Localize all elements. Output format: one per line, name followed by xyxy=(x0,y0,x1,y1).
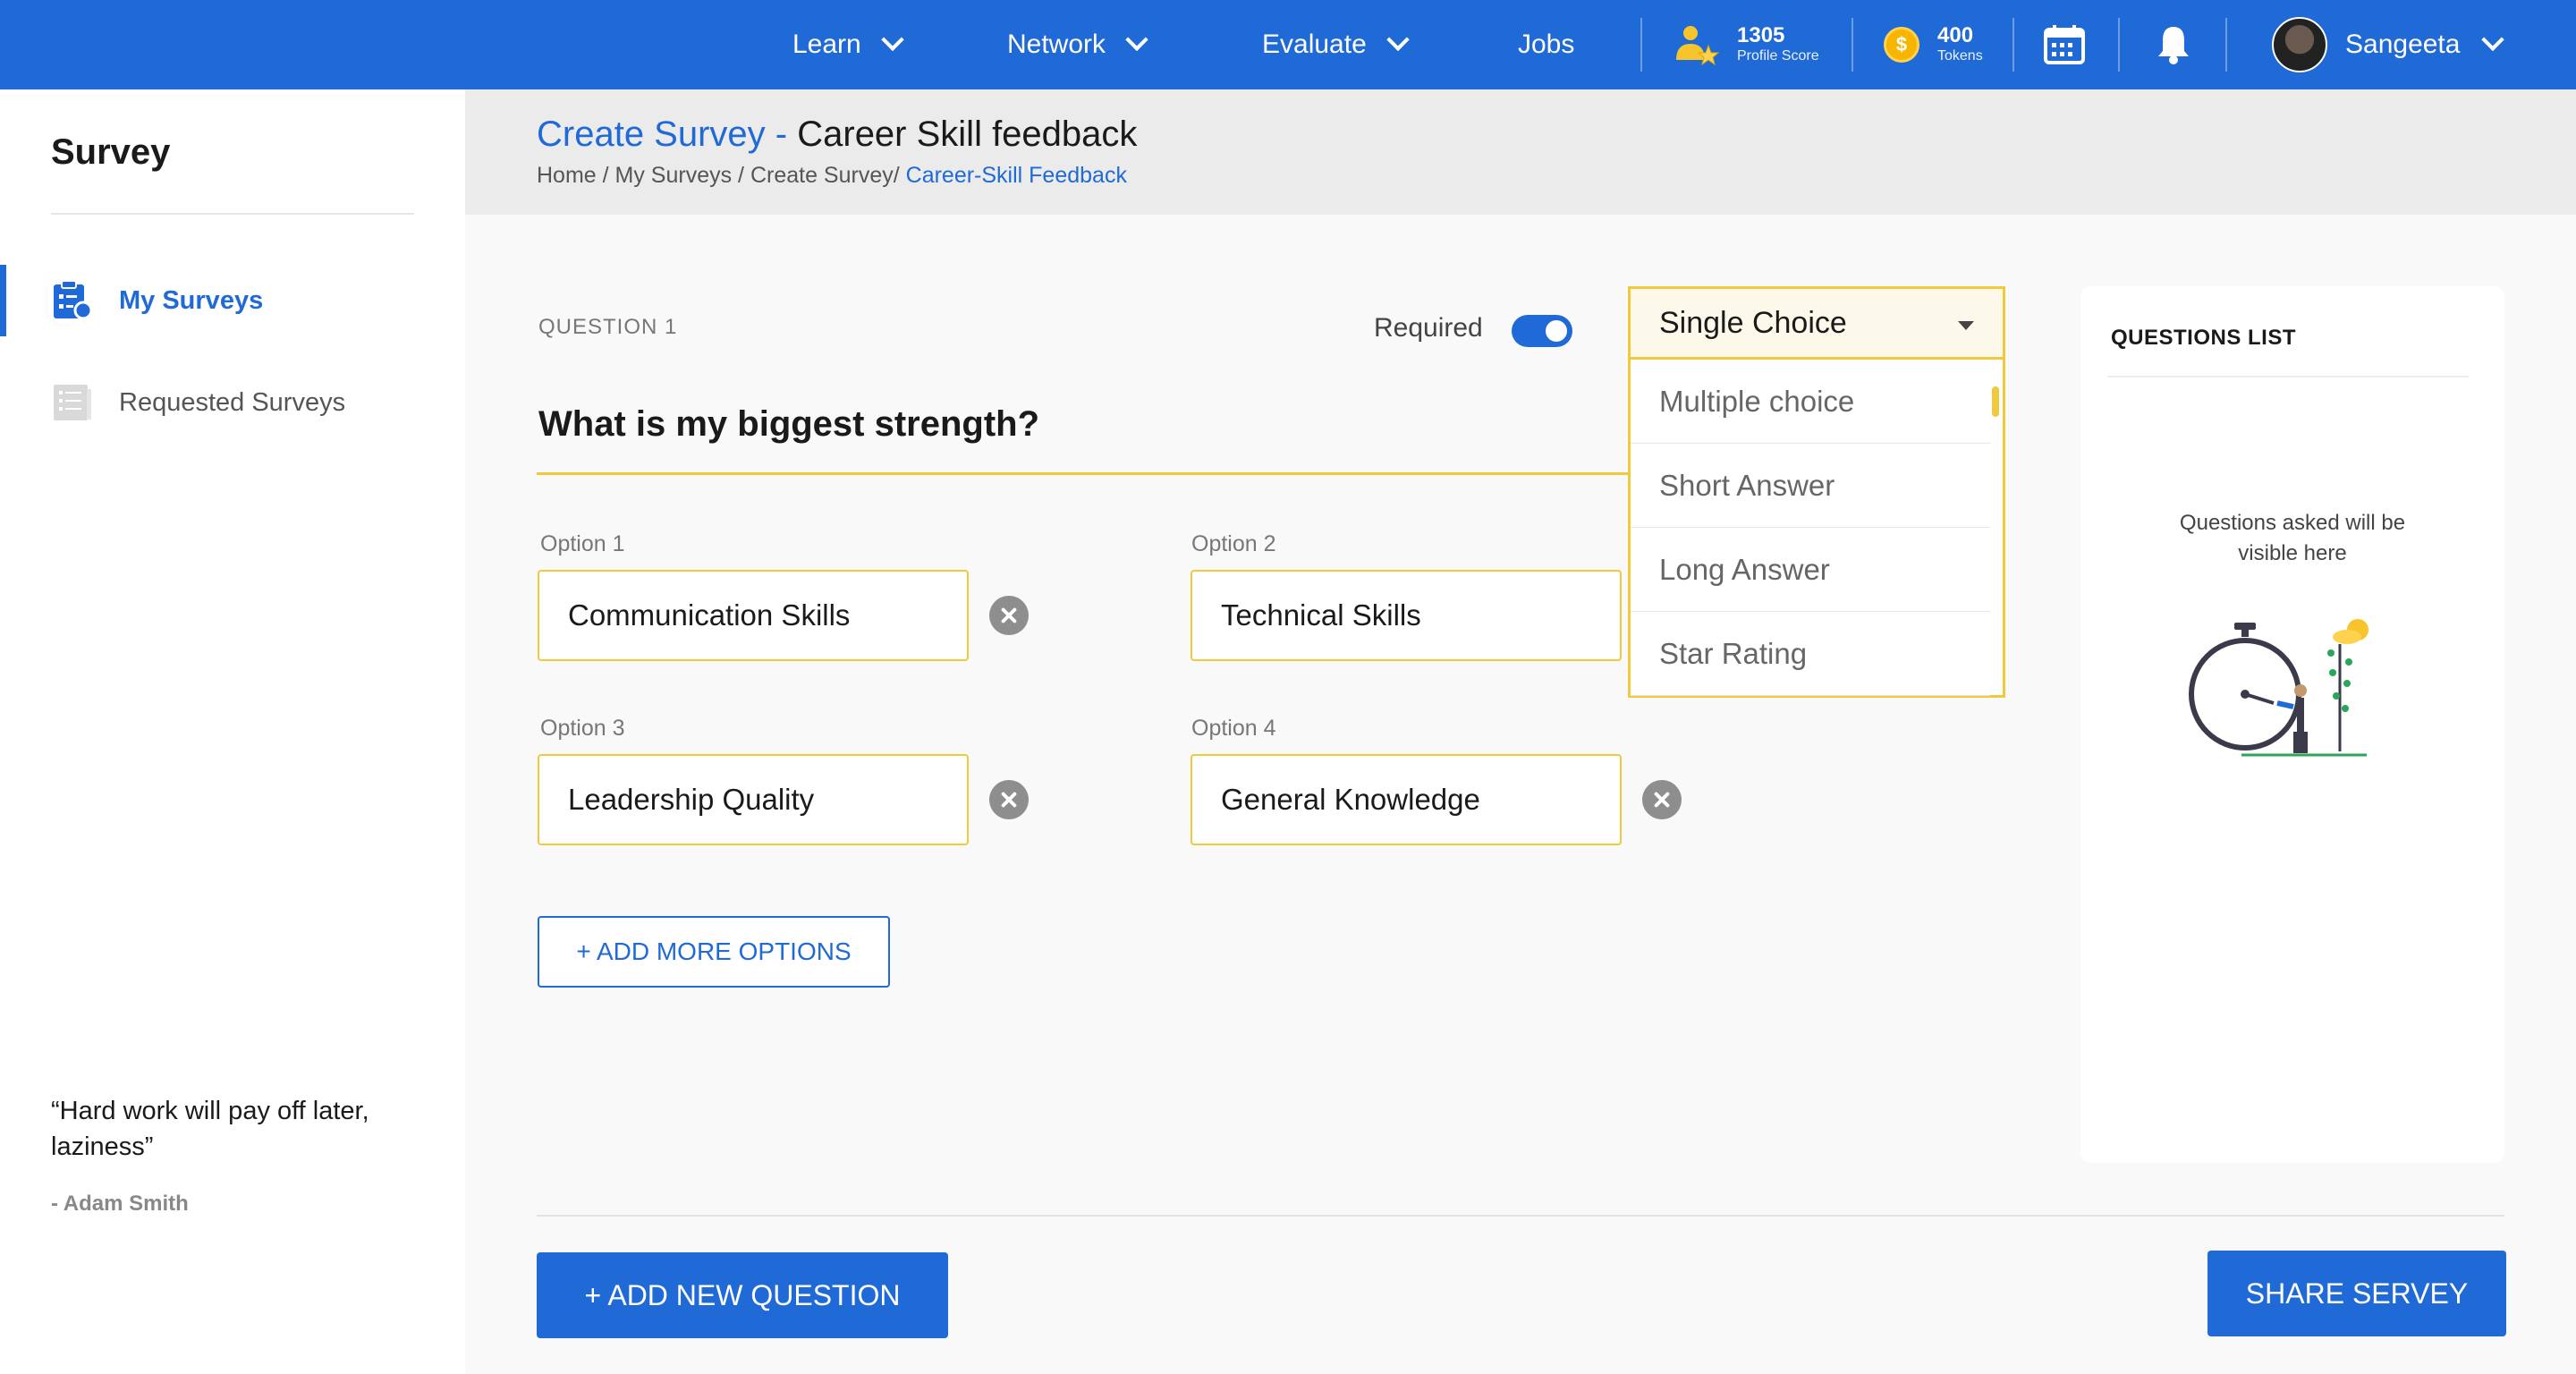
menu-item-long-answer[interactable]: Long Answer xyxy=(1631,528,1990,612)
breadcrumb-path[interactable]: Home / My Surveys / Create Survey/ xyxy=(537,163,900,188)
tokens[interactable]: $ 400 Tokens xyxy=(1884,0,1983,89)
chevron-down-icon xyxy=(881,28,904,52)
sidebar-title: Survey xyxy=(51,132,171,172)
sidebar-item-label: Requested Surveys xyxy=(119,387,346,417)
divider xyxy=(2225,18,2227,72)
sidebar-item-requested-surveys[interactable]: Requested Surveys xyxy=(0,367,465,438)
option-input[interactable]: Technical Skills xyxy=(1191,570,1622,661)
notifications-button[interactable] xyxy=(2156,0,2191,89)
required-label: Required xyxy=(1374,313,1483,343)
sidebar-item-my-surveys[interactable]: My Surveys xyxy=(0,265,465,336)
chevron-down-icon xyxy=(1386,28,1410,52)
caret-down-icon xyxy=(1958,321,1974,330)
nav-learn-label: Learn xyxy=(792,30,861,59)
menu-item-star-rating[interactable]: Star Rating xyxy=(1631,612,1990,696)
questions-list-empty-text: Questions asked will be visible here xyxy=(2179,511,2406,565)
user-menu[interactable]: Sangeeta xyxy=(2272,0,2505,89)
page-title-prefix: Create Survey - xyxy=(537,114,788,154)
quote-text: “Hard work will pay off later, laziness” xyxy=(51,1097,369,1161)
required-toggle[interactable] xyxy=(1512,315,1572,347)
share-survey-button[interactable]: SHARE SERVEY xyxy=(2207,1251,2506,1336)
breadcrumb: Home / My Surveys / Create Survey/ Caree… xyxy=(537,163,1127,189)
question-type-select[interactable]: Single Choice xyxy=(1628,286,2005,360)
close-icon[interactable] xyxy=(989,780,1029,819)
trophy-user-icon xyxy=(1676,26,1719,65)
calendar-button[interactable] xyxy=(2043,0,2086,89)
profile-score[interactable]: 1305 Profile Score xyxy=(1673,0,1819,89)
top-navigation-bar: Learn Network Evaluate Jobs 1305 Profile… xyxy=(0,0,2576,89)
calendar-icon xyxy=(2044,25,2085,64)
menu-item-multiple-choice[interactable]: Multiple choice xyxy=(1631,360,1990,444)
coin-icon: $ xyxy=(1884,27,1919,63)
close-icon[interactable] xyxy=(1642,780,1682,819)
divider xyxy=(51,213,414,215)
chevron-down-icon xyxy=(1125,28,1148,52)
nav-learn[interactable]: Learn xyxy=(792,0,904,89)
option-input[interactable]: Communication Skills xyxy=(538,570,969,661)
user-name: Sangeeta xyxy=(2345,30,2461,59)
list-document-icon xyxy=(54,385,91,420)
close-icon[interactable] xyxy=(989,596,1029,635)
questions-list-panel: QUESTIONS LIST Questions asked will be v… xyxy=(2080,286,2504,1163)
divider xyxy=(1852,18,1853,72)
questions-list-title: QUESTIONS LIST xyxy=(2111,326,2297,350)
survey-clipboard-icon xyxy=(54,280,93,320)
sidebar-item-label: My Surveys xyxy=(119,285,264,315)
tokens-label: Tokens xyxy=(1937,48,1983,64)
nav-jobs-label: Jobs xyxy=(1518,30,1575,59)
question-type-selected: Single Choice xyxy=(1659,305,1847,340)
option-input[interactable]: General Knowledge xyxy=(1191,754,1622,845)
sidebar: Survey My Surveys Requested Surveys “Har… xyxy=(0,89,465,1374)
bell-icon xyxy=(2158,27,2189,64)
option-label: Option 4 xyxy=(1191,716,1276,741)
option-label: Option 1 xyxy=(540,531,625,556)
divider xyxy=(2107,376,2469,377)
nav-evaluate[interactable]: Evaluate xyxy=(1262,0,1410,89)
divider xyxy=(2012,18,2014,72)
menu-item-short-answer[interactable]: Short Answer xyxy=(1631,444,1990,528)
add-new-question-button[interactable]: + ADD NEW QUESTION xyxy=(537,1252,948,1338)
profile-score-label: Profile Score xyxy=(1737,48,1819,64)
page-header: Create Survey - Career Skill feedback Ho… xyxy=(465,89,2576,215)
nav-network[interactable]: Network xyxy=(1007,0,1148,89)
add-more-options-button[interactable]: + ADD MORE OPTIONS xyxy=(538,916,890,988)
nav-jobs[interactable]: Jobs xyxy=(1518,0,1574,89)
menu-scrollbar[interactable] xyxy=(1992,386,1999,417)
question-text[interactable]: What is my biggest strength? xyxy=(538,404,1039,445)
stopwatch-illustration xyxy=(2189,619,2368,757)
nav-evaluate-label: Evaluate xyxy=(1262,30,1367,59)
quote-author: - Adam Smith xyxy=(51,1192,189,1216)
divider xyxy=(2118,18,2120,72)
page-title-main: Career Skill feedback xyxy=(797,114,1138,154)
divider xyxy=(1640,18,1642,72)
nav-network-label: Network xyxy=(1007,30,1106,59)
option-label: Option 3 xyxy=(540,716,625,741)
profile-score-value: 1305 xyxy=(1737,23,1785,47)
chevron-down-icon xyxy=(2481,28,2505,52)
question-type-menu: Multiple choice Short Answer Long Answer… xyxy=(1628,360,2005,698)
option-input[interactable]: Leadership Quality xyxy=(538,754,969,845)
option-label: Option 2 xyxy=(1191,531,1276,556)
question-underline xyxy=(537,472,1630,475)
breadcrumb-current: Career-Skill Feedback xyxy=(905,163,1127,188)
page-title: Create Survey - Career Skill feedback xyxy=(537,114,1137,155)
question-number: QUESTION 1 xyxy=(538,315,678,339)
tokens-value: 400 xyxy=(1937,23,1974,47)
divider xyxy=(537,1215,2504,1217)
avatar xyxy=(2272,17,2327,72)
